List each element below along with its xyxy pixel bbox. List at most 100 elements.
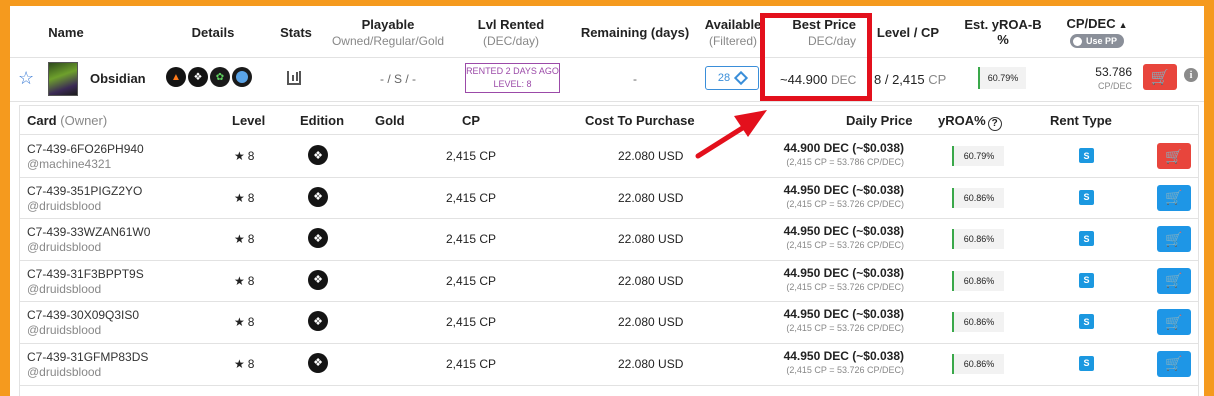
- best-price-highlight: [760, 13, 872, 101]
- col-cp[interactable]: CP: [462, 113, 480, 128]
- col-rent-type[interactable]: Rent Type: [1050, 113, 1112, 128]
- level-cell: ★ 8: [234, 232, 255, 247]
- yroa-value: 60.79%: [978, 67, 1026, 89]
- cp-cell: 2,415 CP: [446, 232, 497, 247]
- yroa-cell: 60.86%: [952, 270, 1004, 291]
- layers-icon: [734, 70, 749, 86]
- col-card[interactable]: Card (Owner): [27, 113, 107, 128]
- table-row[interactable]: C7-439-31GFMP83DS @druidsblood ★ 8 ❖ 2,415 CP…: [20, 344, 1198, 386]
- table-row[interactable]: C7-439-33WZAN61W0 @druidsblood ★ 8 ❖ 2,415 CP…: [20, 219, 1198, 261]
- card-details-badges: ▲ ❖ ✿: [166, 67, 252, 87]
- level-cell: ★ 8: [234, 190, 255, 205]
- col-cost[interactable]: Cost To Purchase: [585, 113, 695, 128]
- yroa-cell: 60.86%: [952, 312, 1004, 333]
- header-playable[interactable]: Playable Owned/Regular/Gold: [328, 6, 448, 58]
- daily-price-cell: 44.950 DEC (~$0.038) (2,415 CP = 53.726 C…: [783, 224, 904, 251]
- edition-icon: ❖: [308, 145, 328, 165]
- sort-up-icon: ▲: [1118, 20, 1128, 30]
- card-row[interactable]: ☆ Obsidian ▲ ❖ ✿ - / S / - RENTED 2 DAYS…: [10, 58, 1204, 102]
- card-uid[interactable]: C7-439-31GFMP83DS: [27, 350, 148, 364]
- edition-icon: ❖: [308, 311, 328, 332]
- header-details: Details: [191, 24, 235, 40]
- star-filled-icon: ★: [234, 232, 245, 247]
- rent-cart-button[interactable]: 🛒: [1143, 64, 1177, 90]
- owner-name[interactable]: @druidsblood: [27, 323, 101, 337]
- card-uid[interactable]: C7-439-30X09Q3IS0: [27, 308, 139, 322]
- listings-rows: C7-439-6FO26PH940 @machine4321 ★ 8 ❖ 2,415 CP…: [20, 136, 1198, 386]
- header-level-cp[interactable]: Level / CP: [872, 6, 944, 58]
- daily-price-cell: 44.950 DEC (~$0.038) (2,415 CP = 53.726 C…: [783, 348, 904, 375]
- leaf-icon: ✿: [210, 67, 230, 87]
- rent-type-badge: S: [1079, 148, 1094, 163]
- rent-type-badge: S: [1079, 314, 1094, 330]
- rent-type-badge: S: [1079, 231, 1094, 247]
- col-daily-price[interactable]: Daily Price: [846, 113, 913, 128]
- cp-cell: 2,415 CP: [446, 273, 497, 288]
- cost-cell: 22.080 USD: [618, 149, 684, 163]
- card-uid[interactable]: C7-439-33WZAN61W0: [27, 225, 150, 239]
- cart-icon: 🛒: [1165, 272, 1183, 289]
- table-row[interactable]: C7-439-31F3BPPT9S @druidsblood ★ 8 ❖ 2,415 CP…: [20, 261, 1198, 303]
- cp-cell: 2,415 CP: [446, 315, 497, 330]
- table-header: Name Details Stats Playable Owned/Regula…: [10, 6, 1204, 58]
- owner-name[interactable]: @druidsblood: [27, 240, 101, 254]
- yroa-cell: 60.79%: [952, 146, 1004, 166]
- star-filled-icon: ★: [234, 356, 245, 371]
- use-pp-toggle[interactable]: Use PP: [1069, 34, 1125, 48]
- edition-icon: ❖: [308, 269, 328, 290]
- table-row[interactable]: C7-439-6FO26PH940 @machine4321 ★ 8 ❖ 2,415 CP…: [20, 136, 1198, 178]
- available-listings-button[interactable]: 28: [705, 66, 759, 90]
- cost-cell: 22.080 USD: [618, 190, 684, 205]
- card-name[interactable]: Obsidian: [90, 71, 146, 86]
- rent-cart-button[interactable]: 🛒: [1157, 226, 1191, 253]
- header-yroa[interactable]: Est. yROA-B %: [958, 6, 1048, 58]
- playable-value: - / S / -: [380, 72, 416, 86]
- table-row[interactable]: C7-439-30X09Q3IS0 @druidsblood ★ 8 ❖ 2,415 CP…: [20, 302, 1198, 344]
- owner-name[interactable]: @machine4321: [27, 157, 111, 171]
- stats-chart-icon[interactable]: [287, 71, 301, 85]
- header-remaining[interactable]: Remaining (days): [580, 6, 690, 58]
- daily-price-cell: 44.950 DEC (~$0.038) (2,415 CP = 53.726 C…: [783, 307, 904, 334]
- cost-cell: 22.080 USD: [618, 232, 684, 247]
- rent-cart-button[interactable]: 🛒: [1157, 267, 1191, 294]
- header-cpdec[interactable]: CP/DEC ▲ Use PP: [1062, 6, 1132, 58]
- remaining-days-value: -: [633, 72, 637, 86]
- cart-icon: 🛒: [1150, 69, 1170, 86]
- level-cell: ★ 8: [234, 149, 255, 163]
- table-row[interactable]: C7-439-351PIGZ2YO @druidsblood ★ 8 ❖ 2,415 CP…: [20, 178, 1198, 220]
- rent-cart-button[interactable]: 🛒: [1157, 184, 1191, 211]
- rent-cart-button[interactable]: 🛒: [1157, 309, 1191, 336]
- card-uid[interactable]: C7-439-6FO26PH940: [27, 142, 144, 156]
- cart-icon: 🛒: [1165, 230, 1183, 247]
- owner-name[interactable]: @druidsblood: [27, 365, 101, 379]
- info-icon[interactable]: i: [1184, 68, 1198, 82]
- header-lvl-rented[interactable]: Lvl Rented (DEC/day): [470, 6, 552, 58]
- help-icon[interactable]: ?: [987, 116, 1002, 131]
- level-cell: ★ 8: [234, 273, 255, 288]
- cpdec-value: 53.786 CP/DEC: [1095, 65, 1132, 91]
- cp-cell: 2,415 CP: [446, 356, 497, 371]
- header-name[interactable]: Name: [46, 6, 86, 58]
- col-level[interactable]: Level: [232, 113, 265, 128]
- level-cell: ★ 8: [234, 315, 255, 330]
- rent-cart-button[interactable]: 🛒: [1157, 350, 1191, 377]
- owner-name[interactable]: @druidsblood: [27, 282, 101, 296]
- rented-status-badge: RENTED 2 DAYS AGO LEVEL: 8: [465, 63, 560, 93]
- cost-cell: 22.080 USD: [618, 273, 684, 288]
- star-filled-icon: ★: [234, 190, 245, 205]
- card-uid[interactable]: C7-439-31F3BPPT9S: [27, 267, 144, 281]
- daily-price-cell: 44.900 DEC (~$0.038) (2,415 CP = 53.786 C…: [783, 141, 904, 167]
- col-edition[interactable]: Edition: [300, 113, 344, 128]
- star-outline-icon[interactable]: ☆: [18, 68, 34, 89]
- rent-cart-button[interactable]: 🛒: [1157, 143, 1191, 169]
- cart-icon: 🛒: [1165, 189, 1183, 206]
- rent-type-badge: S: [1079, 272, 1094, 288]
- foil-dot-icon: [232, 67, 252, 87]
- owner-name[interactable]: @druidsblood: [27, 199, 101, 213]
- col-yroa[interactable]: yROA%?: [938, 113, 1002, 131]
- card-uid[interactable]: C7-439-351PIGZ2YO: [27, 184, 142, 198]
- cp-cell: 2,415 CP: [446, 190, 497, 205]
- daily-price-cell: 44.950 DEC (~$0.038) (2,415 CP = 53.726 C…: [783, 265, 904, 292]
- header-available[interactable]: Available (Filtered): [702, 6, 764, 58]
- col-gold[interactable]: Gold: [375, 113, 405, 128]
